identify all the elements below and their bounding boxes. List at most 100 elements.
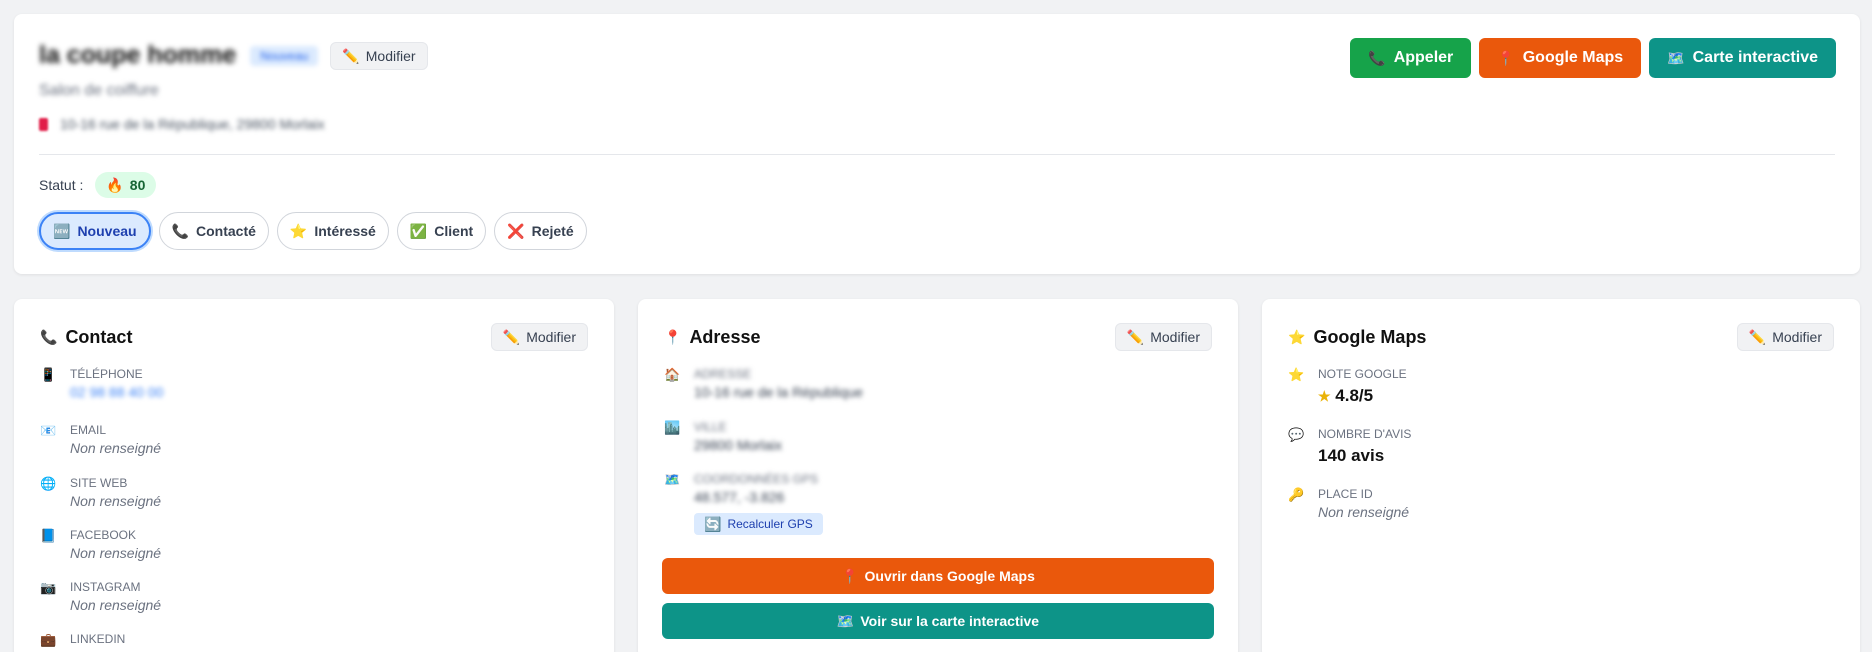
business-name: la coupe homme	[39, 41, 237, 69]
status-label: Statut :	[39, 177, 84, 193]
status-client-button[interactable]: ✅ Client	[396, 212, 487, 250]
edit-address-button[interactable]: ✏️ Modifier	[1114, 323, 1212, 351]
address-title-text: Adresse	[689, 326, 761, 347]
city-field: 🏙️ Ville 29800 Morlaix	[664, 420, 782, 453]
recalculate-gps-button[interactable]: 🔄 Recalculer GPS	[694, 513, 823, 535]
edit-label: Modifier	[1150, 329, 1200, 345]
reviews-label: Nombre d'avis	[1318, 427, 1412, 441]
reviews-field: 💬 Nombre d'avis 140 avis	[1288, 427, 1411, 466]
edit-label: Modifier	[1772, 329, 1822, 345]
rating-label: Note Google	[1318, 367, 1407, 381]
status-new-button[interactable]: 🆕 Nouveau	[39, 212, 151, 250]
instagram-field: 📷 Instagram Non renseigné	[40, 580, 161, 613]
status-new-label: Nouveau	[77, 223, 137, 239]
status-badge: Nouveau	[250, 45, 319, 66]
star-icon: ⭐	[1288, 329, 1306, 345]
house-icon: 🏠	[664, 367, 681, 382]
open-google-maps-label: Ouvrir dans Google Maps	[864, 568, 1035, 584]
edit-contact-button[interactable]: ✏️ Modifier	[490, 323, 588, 351]
phone-icon: 📞	[40, 329, 58, 345]
website-field: 🌐 Site web Non renseigné	[40, 476, 161, 509]
website-label: Site web	[70, 476, 128, 490]
globe-icon: 🌐	[40, 476, 57, 491]
address-card: 📍 Adresse ✏️ Modifier 🏠 Adresse 10-16 ru…	[638, 299, 1238, 652]
score-value: 80	[129, 177, 146, 193]
contact-title: 📞 Contact	[40, 327, 132, 348]
address-title: 📍 Adresse	[664, 327, 760, 348]
pin-icon: 📍	[664, 329, 682, 345]
street-value: 10-16 rue de la République	[694, 384, 863, 400]
lead-header-card: la coupe homme Nouveau ✏️ Modifier Salon…	[14, 14, 1860, 274]
fire-icon: 🔥	[106, 177, 124, 193]
gps-value: 48.577, -3.826	[694, 489, 785, 505]
edit-label: Modifier	[526, 329, 576, 345]
status-buttons: 🆕 Nouveau 📞 Contacté ⭐ Intéressé ✅ Clien…	[39, 212, 587, 250]
interactive-map-label: Carte interactive	[1692, 49, 1818, 66]
rating-field: ⭐ Note Google ★ 4.8/5	[1288, 367, 1407, 406]
pin-icon	[39, 117, 48, 131]
star-icon: ★	[1318, 388, 1331, 404]
city-icon: 🏙️	[664, 420, 681, 435]
facebook-value: Non renseigné	[70, 545, 162, 561]
title-row: la coupe homme Nouveau ✏️ Modifier	[39, 41, 428, 70]
instagram-value: Non renseigné	[70, 597, 162, 613]
instagram-label: Instagram	[70, 580, 141, 594]
pin-icon: 📍	[1497, 50, 1515, 66]
mobile-icon: 📱	[40, 367, 57, 382]
interactive-map-button[interactable]: 🗺️ Carte interactive	[1649, 38, 1836, 78]
google-maps-button[interactable]: 📍 Google Maps	[1479, 38, 1642, 78]
facebook-field: 📘 Facebook Non renseigné	[40, 528, 161, 561]
phone-icon: 📞	[1368, 50, 1386, 66]
camera-icon: 📷	[40, 580, 57, 595]
gps-label: Coordonnées GPS	[694, 472, 819, 486]
google-maps-title: ⭐ Google Maps	[1288, 327, 1426, 348]
star-icon: ⭐	[1288, 367, 1305, 382]
view-interactive-map-label: Voir sur la carte interactive	[860, 613, 1040, 629]
call-label: Appeler	[1393, 49, 1454, 66]
contact-card-header: 📞 Contact ✏️ Modifier	[40, 323, 588, 351]
email-value: Non renseigné	[70, 440, 162, 456]
place-id-value: Non renseigné	[1318, 504, 1410, 520]
call-button[interactable]: 📞 Appeler	[1350, 38, 1472, 78]
map-icon: 🗺️	[836, 613, 855, 629]
new-icon: 🆕	[53, 223, 71, 239]
status-contacted-label: Contacté	[196, 223, 256, 239]
email-field: 📧 Email Non renseigné	[40, 423, 161, 456]
business-category: Salon de coiffure	[39, 82, 159, 99]
street-label: Adresse	[694, 367, 752, 381]
book-icon: 📘	[40, 528, 57, 543]
contact-card: 📞 Contact ✏️ Modifier 📱 Téléphone 02 98 …	[14, 299, 614, 652]
header-address: 10-16 rue de la République, 29800 Morlai…	[39, 116, 325, 132]
google-maps-title-text: Google Maps	[1313, 326, 1427, 347]
city-value: 29800 Morlaix	[694, 437, 782, 453]
pin-icon: 📍	[841, 568, 859, 584]
status-contacted-button[interactable]: 📞 Contacté	[158, 212, 269, 250]
place-id-field: 🔑 Place ID Non renseigné	[1288, 487, 1409, 520]
status-interested-label: Intéressé	[314, 223, 376, 239]
email-icon: 📧	[40, 423, 57, 438]
phone-icon: 📞	[171, 223, 189, 239]
status-rejected-button[interactable]: ❌ Rejeté	[494, 212, 587, 250]
rating-value-text: 4.8/5	[1335, 386, 1374, 405]
place-id-label: Place ID	[1318, 487, 1373, 501]
rating-value: ★ 4.8/5	[1318, 386, 1407, 406]
website-value: Non renseigné	[70, 493, 162, 509]
edit-header-button[interactable]: ✏️ Modifier	[330, 41, 428, 70]
open-google-maps-button[interactable]: 📍 Ouvrir dans Google Maps	[662, 558, 1214, 594]
edit-google-maps-button[interactable]: ✏️ Modifier	[1736, 323, 1834, 351]
key-icon: 🔑	[1288, 487, 1305, 502]
address-card-header: 📍 Adresse ✏️ Modifier	[664, 323, 1212, 351]
pencil-icon: ✏️	[502, 329, 521, 345]
check-icon: ✅	[409, 223, 428, 239]
google-maps-card: ⭐ Google Maps ✏️ Modifier ⭐ Note Google …	[1262, 299, 1860, 652]
phone-value[interactable]: 02 98 88 40 00	[70, 384, 163, 400]
city-label: Ville	[694, 420, 727, 434]
facebook-label: Facebook	[70, 528, 137, 542]
score-badge: 🔥 80	[95, 172, 157, 198]
view-interactive-map-button[interactable]: 🗺️ Voir sur la carte interactive	[662, 603, 1214, 639]
status-interested-button[interactable]: ⭐ Intéressé	[276, 212, 389, 250]
status-rejected-label: Rejeté	[531, 223, 574, 239]
header-address-text: 10-16 rue de la République, 29800 Morlai…	[60, 116, 325, 132]
briefcase-icon: 💼	[40, 632, 57, 647]
pencil-icon: ✏️	[342, 47, 360, 64]
